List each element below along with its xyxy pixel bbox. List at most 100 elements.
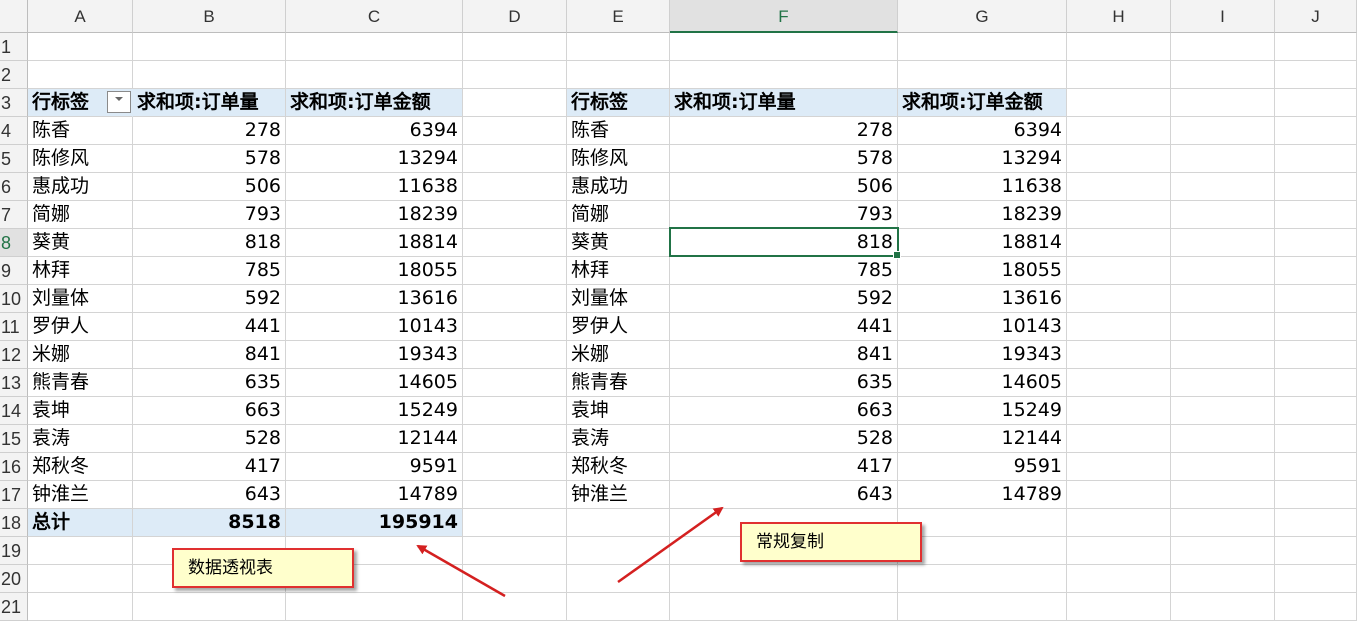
grid-cell[interactable] bbox=[286, 593, 463, 621]
grid-cell[interactable] bbox=[670, 593, 898, 621]
grid-cell[interactable] bbox=[1067, 33, 1171, 61]
copy-name-cell[interactable]: 袁涛 bbox=[567, 425, 670, 453]
copy-name-cell[interactable]: 熊青春 bbox=[567, 369, 670, 397]
row-header-11[interactable]: 11 bbox=[0, 313, 28, 341]
grid-cell[interactable] bbox=[1275, 425, 1357, 453]
grid-cell[interactable] bbox=[1275, 257, 1357, 285]
grid-cell[interactable] bbox=[463, 509, 567, 537]
grid-cell[interactable] bbox=[1067, 89, 1171, 117]
row-header-6[interactable]: 6 bbox=[0, 173, 28, 201]
grid-cell[interactable] bbox=[1067, 257, 1171, 285]
grid-cell[interactable] bbox=[463, 313, 567, 341]
grid-cell[interactable] bbox=[1171, 397, 1275, 425]
column-header-e[interactable]: E bbox=[567, 0, 670, 33]
grid-cell[interactable] bbox=[1275, 229, 1357, 257]
pivot-qty-cell[interactable]: 793 bbox=[133, 201, 286, 229]
grid-cell[interactable] bbox=[670, 565, 898, 593]
grid-cell[interactable] bbox=[1275, 145, 1357, 173]
grid-cell[interactable] bbox=[1171, 481, 1275, 509]
copy-qty-cell[interactable]: 578 bbox=[670, 145, 898, 173]
copy-name-cell[interactable]: 钟淮兰 bbox=[567, 481, 670, 509]
grid-cell[interactable] bbox=[463, 565, 567, 593]
row-header-14[interactable]: 14 bbox=[0, 397, 28, 425]
row-header-8[interactable]: 8 bbox=[0, 229, 28, 257]
row-header-7[interactable]: 7 bbox=[0, 201, 28, 229]
copy-name-cell[interactable]: 葵黄 bbox=[567, 229, 670, 257]
copy-qty-cell[interactable]: 643 bbox=[670, 481, 898, 509]
grid-cell[interactable] bbox=[567, 537, 670, 565]
grid-cell[interactable] bbox=[463, 453, 567, 481]
grid-cell[interactable] bbox=[1275, 341, 1357, 369]
row-header-21[interactable]: 21 bbox=[0, 593, 28, 621]
pivot-qty-cell[interactable]: 441 bbox=[133, 313, 286, 341]
pivot-name-cell[interactable]: 葵黄 bbox=[28, 229, 133, 257]
grid-cell[interactable] bbox=[1171, 117, 1275, 145]
pivot-total-amount[interactable]: 195914 bbox=[286, 509, 463, 537]
pivot-qty-cell[interactable]: 818 bbox=[133, 229, 286, 257]
copy-amount-cell[interactable]: 18814 bbox=[898, 229, 1067, 257]
pivot-amount-cell[interactable]: 12144 bbox=[286, 425, 463, 453]
grid-cell[interactable] bbox=[28, 565, 133, 593]
grid-cell[interactable] bbox=[1171, 509, 1275, 537]
grid-cell[interactable] bbox=[1275, 89, 1357, 117]
grid-cell[interactable] bbox=[898, 593, 1067, 621]
copy-qty-cell[interactable]: 785 bbox=[670, 257, 898, 285]
copy-amount-cell[interactable]: 11638 bbox=[898, 173, 1067, 201]
grid-cell[interactable] bbox=[898, 509, 1067, 537]
pivot-amount-cell[interactable]: 15249 bbox=[286, 397, 463, 425]
pivot-name-cell[interactable]: 袁涛 bbox=[28, 425, 133, 453]
pivot-amount-cell[interactable]: 19343 bbox=[286, 341, 463, 369]
grid-cell[interactable] bbox=[286, 33, 463, 61]
column-header-b[interactable]: B bbox=[133, 0, 286, 33]
grid-cell[interactable] bbox=[1067, 313, 1171, 341]
grid-cell[interactable] bbox=[1171, 257, 1275, 285]
copy-amount-cell[interactable]: 10143 bbox=[898, 313, 1067, 341]
grid-cell[interactable] bbox=[1275, 313, 1357, 341]
grid-cell[interactable] bbox=[898, 537, 1067, 565]
grid-cell[interactable] bbox=[463, 229, 567, 257]
grid-cell[interactable] bbox=[1171, 201, 1275, 229]
grid-cell[interactable] bbox=[1275, 117, 1357, 145]
grid-cell[interactable] bbox=[463, 257, 567, 285]
row-header-9[interactable]: 9 bbox=[0, 257, 28, 285]
pivot-name-cell[interactable]: 刘量体 bbox=[28, 285, 133, 313]
copy-amount-cell[interactable]: 18055 bbox=[898, 257, 1067, 285]
grid-cell[interactable] bbox=[1067, 341, 1171, 369]
copy-row-label-header[interactable]: 行标签 bbox=[567, 89, 670, 117]
grid-cell[interactable] bbox=[463, 397, 567, 425]
copy-qty-cell[interactable]: 417 bbox=[670, 453, 898, 481]
pivot-amount-cell[interactable]: 10143 bbox=[286, 313, 463, 341]
pivot-total-label[interactable]: 总计 bbox=[28, 509, 133, 537]
column-header-h[interactable]: H bbox=[1067, 0, 1171, 33]
grid-cell[interactable] bbox=[1067, 593, 1171, 621]
copy-qty-cell[interactable]: 793 bbox=[670, 201, 898, 229]
pivot-qty-cell[interactable]: 663 bbox=[133, 397, 286, 425]
row-header-16[interactable]: 16 bbox=[0, 453, 28, 481]
column-header-g[interactable]: G bbox=[898, 0, 1067, 33]
copy-name-cell[interactable]: 惠成功 bbox=[567, 173, 670, 201]
grid-cell[interactable] bbox=[567, 61, 670, 89]
grid-cell[interactable] bbox=[1067, 537, 1171, 565]
pivot-amount-cell[interactable]: 13294 bbox=[286, 145, 463, 173]
copy-name-cell[interactable]: 刘量体 bbox=[567, 285, 670, 313]
grid-cell[interactable] bbox=[1067, 369, 1171, 397]
grid-cell[interactable] bbox=[1067, 285, 1171, 313]
row-header-20[interactable]: 20 bbox=[0, 565, 28, 593]
grid-cell[interactable] bbox=[1171, 425, 1275, 453]
copy-name-cell[interactable]: 罗伊人 bbox=[567, 313, 670, 341]
grid-cell[interactable] bbox=[133, 33, 286, 61]
grid-cell[interactable] bbox=[463, 537, 567, 565]
pivot-name-cell[interactable]: 林拜 bbox=[28, 257, 133, 285]
pivot-amount-cell[interactable]: 18814 bbox=[286, 229, 463, 257]
pivot-amount-cell[interactable]: 18055 bbox=[286, 257, 463, 285]
grid-cell[interactable] bbox=[1067, 397, 1171, 425]
pivot-qty-cell[interactable]: 841 bbox=[133, 341, 286, 369]
grid-cell[interactable] bbox=[1275, 453, 1357, 481]
pivot-qty-cell[interactable]: 592 bbox=[133, 285, 286, 313]
pivot-name-cell[interactable]: 钟淮兰 bbox=[28, 481, 133, 509]
grid-cell[interactable] bbox=[1171, 145, 1275, 173]
grid-cell[interactable] bbox=[286, 61, 463, 89]
copy-name-cell[interactable]: 陈修风 bbox=[567, 145, 670, 173]
grid-cell[interactable] bbox=[28, 61, 133, 89]
pivot-name-cell[interactable]: 袁坤 bbox=[28, 397, 133, 425]
